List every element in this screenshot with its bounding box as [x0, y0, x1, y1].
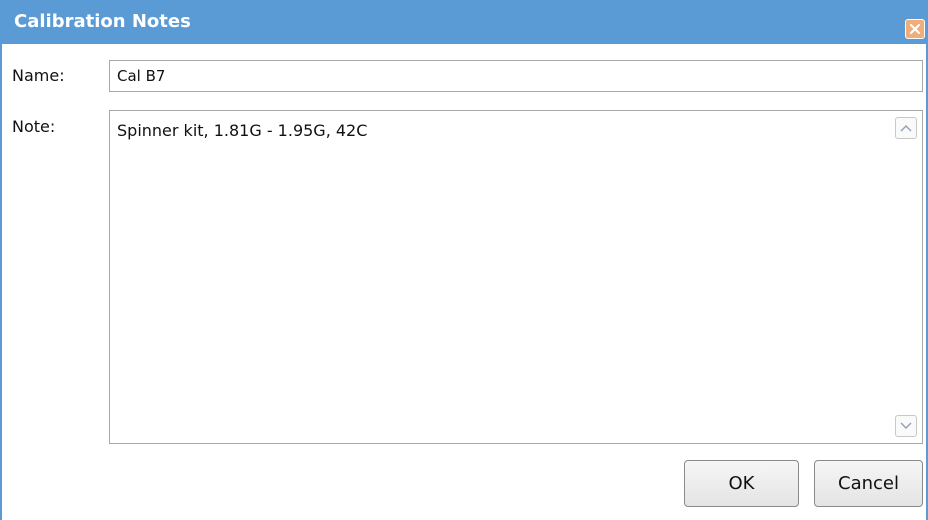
note-field: Spinner kit, 1.81G - 1.95G, 42C — [109, 110, 923, 444]
name-label: Name: — [12, 66, 65, 85]
chevron-down-icon — [900, 422, 912, 429]
chevron-up-icon — [900, 125, 912, 132]
scroll-up-button[interactable] — [895, 117, 917, 139]
note-textarea[interactable]: Spinner kit, 1.81G - 1.95G, 42C — [110, 111, 888, 443]
note-label: Note: — [12, 117, 56, 136]
calibration-notes-dialog: Calibration Notes Name: Note: Spinner ki… — [0, 0, 928, 520]
scroll-down-button[interactable] — [895, 415, 917, 437]
ok-button[interactable]: OK — [684, 460, 799, 507]
name-input[interactable] — [109, 60, 923, 92]
title-bar[interactable]: Calibration Notes — [2, 0, 926, 44]
cancel-button[interactable]: Cancel — [814, 460, 923, 507]
note-scrollbar[interactable] — [895, 115, 919, 439]
scroll-track[interactable] — [895, 143, 917, 411]
dialog-title: Calibration Notes — [14, 11, 191, 32]
close-icon — [909, 23, 921, 35]
close-button[interactable] — [905, 19, 925, 39]
